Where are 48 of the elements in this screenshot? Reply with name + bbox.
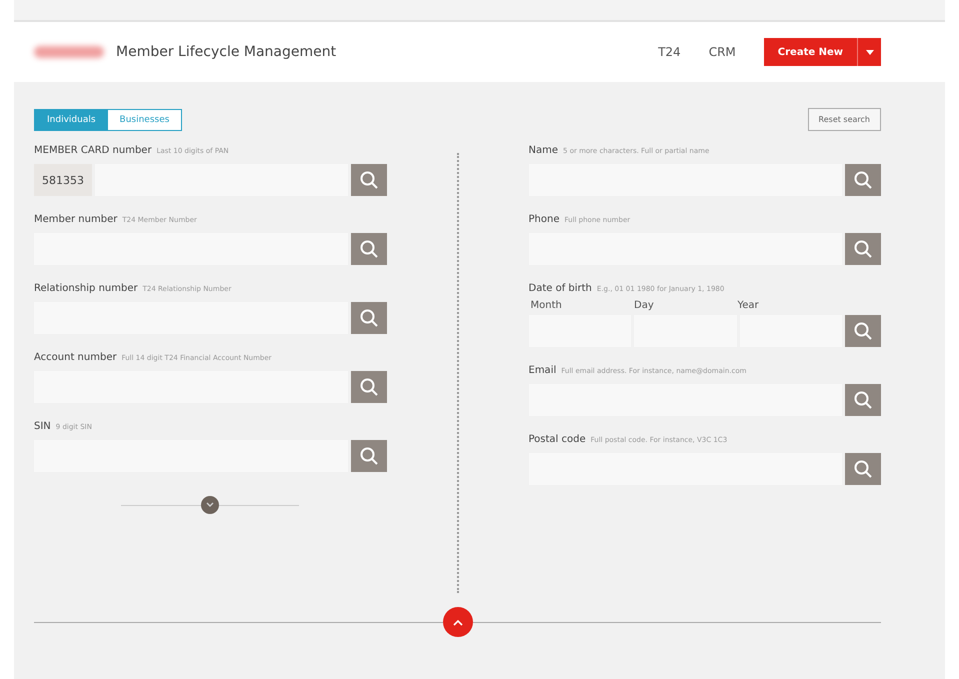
date-part-label: Year [738, 300, 760, 311]
segment-tab[interactable]: Individuals [35, 110, 108, 130]
chevron-down-icon [206, 502, 214, 508]
search-icon [358, 170, 378, 190]
search-icon [358, 446, 378, 466]
field-label: SIN [34, 421, 51, 432]
date-part-label: Day [634, 300, 655, 311]
blurred-logo-mark [34, 46, 104, 58]
field-label: Relationship number [34, 283, 138, 294]
field-label: Postal code [528, 434, 586, 445]
field-label: Name [528, 145, 558, 156]
search-button[interactable] [350, 302, 386, 334]
field-label: MEMBER CARD number [34, 145, 152, 156]
search-button[interactable] [350, 233, 386, 265]
field-label: Date of birth [528, 283, 592, 294]
search-button[interactable] [845, 164, 881, 196]
search-button[interactable] [350, 440, 386, 472]
search-icon [358, 239, 378, 259]
collapse-button[interactable] [442, 607, 472, 637]
nav-link[interactable]: T24 [658, 45, 681, 59]
search-button[interactable] [350, 371, 386, 403]
app-title: Member Lifecycle Management [116, 44, 336, 60]
field-label: Phone [528, 214, 560, 225]
search-icon [853, 459, 873, 479]
input-prefix: 581353 [34, 164, 92, 196]
search-button[interactable] [845, 233, 881, 265]
field-label: Member number [34, 214, 118, 225]
search-icon [358, 377, 378, 397]
nav-link[interactable]: CRM [708, 45, 736, 59]
date-part-label: Month [530, 300, 563, 311]
search-button[interactable] [845, 384, 881, 416]
search-icon [853, 239, 873, 259]
search-button[interactable] [845, 315, 881, 347]
search-button[interactable] [845, 453, 881, 485]
search-icon [853, 321, 873, 341]
segment-tab[interactable]: Businesses [108, 110, 182, 130]
reset-search-button[interactable]: Reset search [808, 108, 881, 131]
search-button[interactable] [350, 164, 386, 196]
chevron-up-icon [452, 618, 462, 626]
search-icon [853, 170, 873, 190]
create-new-button[interactable]: Create New [764, 38, 857, 66]
search-icon [358, 308, 378, 328]
dropdown-button[interactable] [857, 38, 881, 66]
search-icon [853, 390, 873, 410]
field-label: Email [528, 365, 556, 376]
caret-icon [866, 50, 874, 54]
field-label: Account number [34, 352, 117, 363]
expand-button[interactable] [201, 496, 220, 514]
